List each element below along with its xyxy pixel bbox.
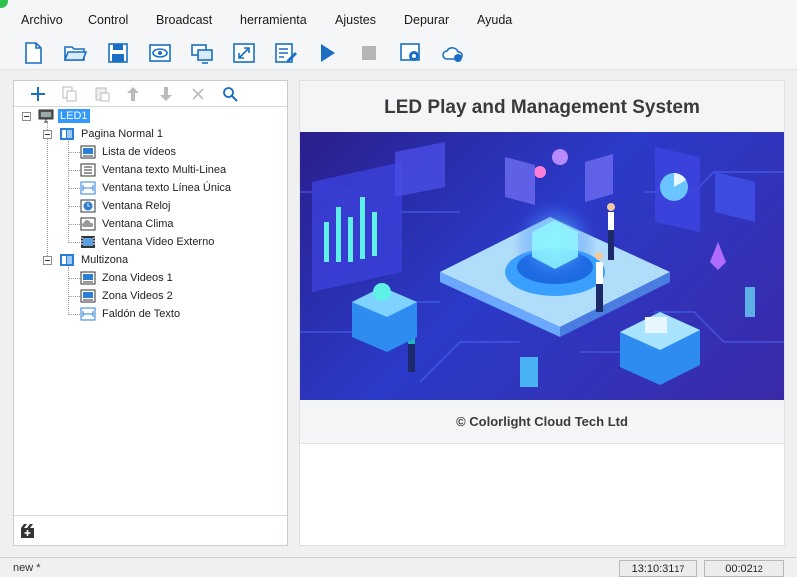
multiline-text-icon <box>80 163 96 177</box>
clock-main: 13:10:31 <box>631 562 675 575</box>
clock-sub: 17 <box>674 563 685 574</box>
settings-gear-icon[interactable] <box>397 40 425 66</box>
timer-display: 00:02 12 <box>704 560 784 577</box>
weather-cloud-icon <box>80 217 96 231</box>
tree-label-ticker-text: Faldón de Texto <box>102 308 181 320</box>
status-bar: new * 13:10:31 17 00:02 12 <box>0 557 797 577</box>
tree-node-singleline-text[interactable]: Ventana texto Línea Única <box>80 179 233 197</box>
tree-node-page1[interactable]: Pagina Normal 1 <box>59 125 165 143</box>
move-up-icon[interactable] <box>123 84 143 104</box>
paste-icon[interactable] <box>92 84 112 104</box>
welcome-card: LED Play and Management System © Colorli… <box>300 81 784 444</box>
add-icon[interactable] <box>28 84 48 104</box>
menu-control[interactable]: Control <box>88 13 128 27</box>
video-list-icon <box>80 271 96 285</box>
tree-label-clock: Ventana Reloj <box>102 200 171 212</box>
tree-label-multiline-text: Ventana texto Multi-Linea <box>102 164 227 176</box>
menu-bar: Archivo Control Broadcast herramienta Aj… <box>0 0 797 38</box>
menu-depurar[interactable]: Depurar <box>404 13 449 27</box>
stop-icon[interactable] <box>355 40 383 66</box>
external-video-icon <box>80 235 96 249</box>
menu-archivo[interactable]: Archivo <box>21 13 63 27</box>
welcome-banner-image <box>300 132 784 400</box>
welcome-title: LED Play and Management System <box>384 97 700 118</box>
copy-icon[interactable] <box>59 84 79 104</box>
led-screen-icon <box>38 109 54 123</box>
timer-sub: 12 <box>752 563 763 574</box>
clock-icon <box>80 199 96 213</box>
tree-node-clock[interactable]: Ventana Reloj <box>80 197 173 215</box>
tree-label-multizona: Multizona <box>81 254 129 266</box>
clock-display: 13:10:31 17 <box>619 560 697 577</box>
page-icon <box>59 127 75 141</box>
tree-toolbar <box>14 81 287 107</box>
play-icon[interactable] <box>313 40 341 66</box>
singleline-text-icon <box>80 307 96 321</box>
program-tree: LED1 Pagina Normal 1 Lista de vídeos Ven… <box>14 107 287 517</box>
tree-label-video-list: Lista de vídeos <box>102 146 176 158</box>
tree-label-zone-videos-2: Zona Videos 2 <box>102 290 173 302</box>
preview-panel: LED Play and Management System © Colorli… <box>299 80 785 546</box>
tree-label-weather: Ventana Clima <box>102 218 174 230</box>
video-list-icon <box>80 289 96 303</box>
new-file-icon[interactable] <box>19 40 47 66</box>
edit-icon[interactable] <box>272 40 300 66</box>
tree-node-zone-videos-1[interactable]: Zona Videos 1 <box>80 269 175 287</box>
tree-label-external-video: Ventana Video Externo <box>102 236 215 248</box>
tree-node-multizona[interactable]: Multizona <box>59 251 130 269</box>
tree-label-page1: Pagina Normal 1 <box>81 128 163 140</box>
menu-broadcast[interactable]: Broadcast <box>156 13 212 27</box>
tree-node-external-video[interactable]: Ventana Video Externo <box>80 233 216 251</box>
open-folder-icon[interactable] <box>61 40 89 66</box>
tree-expander-multizona[interactable] <box>43 256 52 265</box>
tree-footer <box>14 515 287 545</box>
program-tree-panel: LED1 Pagina Normal 1 Lista de vídeos Ven… <box>13 80 288 546</box>
tree-node-video-list[interactable]: Lista de vídeos <box>80 143 178 161</box>
tree-node-zone-videos-2[interactable]: Zona Videos 2 <box>80 287 175 305</box>
cloud-icon[interactable] <box>439 40 467 66</box>
menu-ajustes[interactable]: Ajustes <box>335 13 376 27</box>
tree-expander-led1[interactable] <box>22 112 31 121</box>
tree-label-zone-videos-1: Zona Videos 1 <box>102 272 173 284</box>
save-icon[interactable] <box>104 40 132 66</box>
delete-icon[interactable] <box>188 84 208 104</box>
menu-herramienta[interactable]: herramienta <box>240 13 307 27</box>
add-media-icon[interactable] <box>20 523 36 539</box>
tree-label-singleline-text: Ventana texto Línea Única <box>102 182 232 194</box>
video-list-icon <box>80 145 96 159</box>
timer-main: 00:02 <box>725 562 753 575</box>
tree-node-led1[interactable]: LED1 <box>38 107 90 125</box>
document-status: new * <box>13 562 41 574</box>
screen-settings-icon[interactable] <box>188 40 216 66</box>
tree-node-multiline-text[interactable]: Ventana texto Multi-Linea <box>80 161 228 179</box>
page-icon <box>59 253 75 267</box>
fullscreen-icon[interactable] <box>230 40 258 66</box>
move-down-icon[interactable] <box>156 84 176 104</box>
copyright-notice: © Colorlight Cloud Tech Ltd <box>456 414 628 429</box>
window-status-dot <box>0 0 8 8</box>
tree-label-led1: LED1 <box>58 109 90 123</box>
tree-expander-page1[interactable] <box>43 130 52 139</box>
tree-node-weather[interactable]: Ventana Clima <box>80 215 176 233</box>
preview-eye-icon[interactable] <box>146 40 174 66</box>
main-toolbar <box>0 38 797 70</box>
singleline-text-icon <box>80 181 96 195</box>
menu-ayuda[interactable]: Ayuda <box>477 13 512 27</box>
tree-node-ticker-text[interactable]: Faldón de Texto <box>80 305 182 323</box>
search-icon[interactable] <box>220 84 240 104</box>
